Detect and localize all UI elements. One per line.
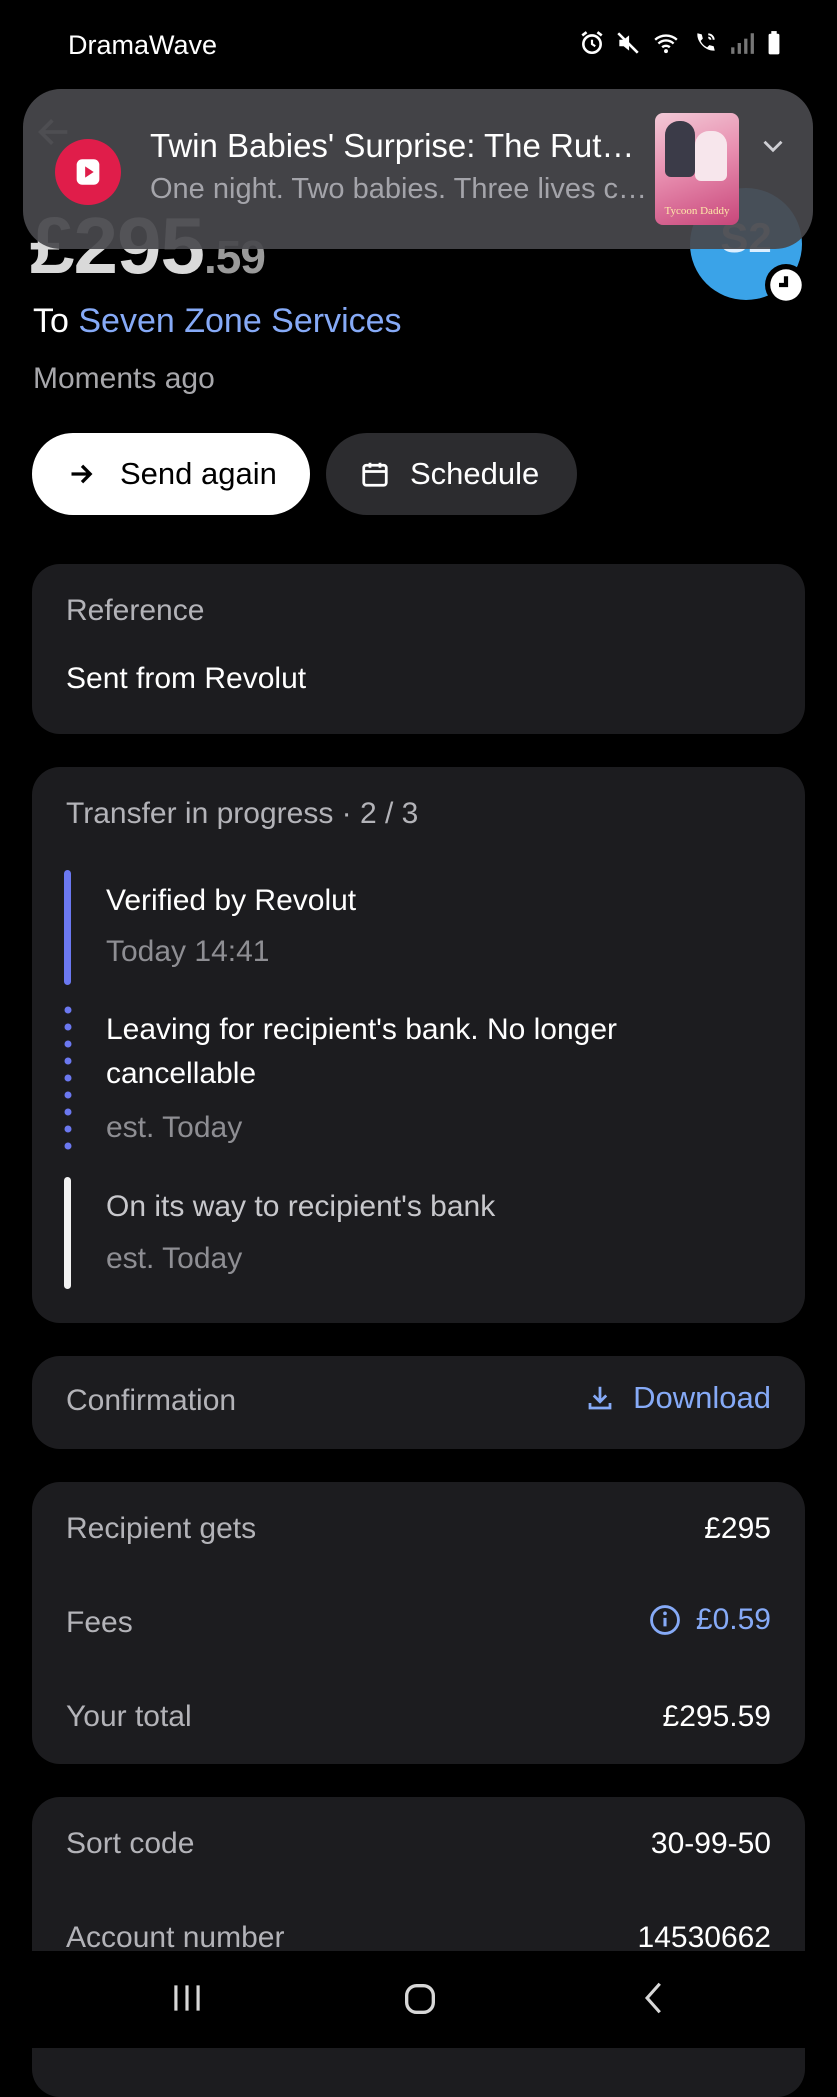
info-icon <box>650 1605 680 1635</box>
fees-value: £0.59 <box>695 1603 771 1636</box>
heads-up-notification[interactable]: Twin Babies' Surprise: The Ruthless Tyco… <box>23 89 813 249</box>
dramawave-app-icon <box>55 139 121 205</box>
scheduled-clock-icon <box>765 264 807 306</box>
sort-code-label: Sort code <box>66 1827 195 1860</box>
wifi-call-icon <box>697 33 715 51</box>
calendar-icon <box>362 462 388 487</box>
send-again-button[interactable]: Send again <box>32 433 310 515</box>
step-1-time: Today 14:41 <box>106 935 270 968</box>
reference-label: Reference <box>66 594 205 627</box>
notification-title: Twin Babies' Surprise: The Ruthless Tyco… <box>150 127 650 164</box>
recipient-gets-value: £295 <box>704 1512 771 1545</box>
back-icon <box>644 1982 661 2014</box>
schedule-label: Schedule <box>410 456 540 491</box>
step-3-indicator <box>64 1177 71 1289</box>
signal-icon <box>731 33 754 54</box>
step-3-title: On its way to recipient's bank <box>106 1190 496 1223</box>
wifi-icon <box>654 34 678 54</box>
total-value: £295.59 <box>662 1700 771 1733</box>
transfer-time: Moments ago <box>33 362 215 395</box>
account-details-card: Sort code 30-99-50 Account number 145306… <box>32 1797 805 2097</box>
notification-thumbnail: Tycoon Daddy <box>655 113 739 225</box>
confirmation-card: Confirmation Download <box>32 1356 805 1449</box>
recent-apps-button[interactable] <box>168 1979 206 2022</box>
step-2-indicator <box>64 1006 72 1150</box>
mute-icon <box>617 32 639 54</box>
progress-title: Transfer in progress · 2 / 3 <box>66 797 419 830</box>
status-app-name: DramaWave <box>68 30 218 60</box>
back-button[interactable] <box>636 1979 674 2022</box>
sort-code-value: 30-99-50 <box>650 1827 771 1860</box>
recipient-line: To Seven Zone Services <box>33 302 402 341</box>
alarm-icon <box>581 31 603 55</box>
send-again-label: Send again <box>120 456 277 491</box>
download-label: Download <box>633 1380 771 1415</box>
step-3-time: est. Today <box>106 1242 243 1275</box>
battery-icon <box>768 31 780 55</box>
system-nav-bar <box>0 1951 837 2048</box>
expand-chevron-icon[interactable] <box>756 129 790 168</box>
step-2-time: est. Today <box>106 1111 243 1144</box>
home-icon <box>405 1984 435 2014</box>
amount-summary-card: Recipient gets £295 Fees £0.59 Your tota… <box>32 1482 805 1764</box>
recipient-gets-label: Recipient gets <box>66 1512 257 1545</box>
step-2-title: Leaving for recipient's bank. No longer … <box>106 1013 618 1090</box>
reference-value: Sent from Revolut <box>66 662 307 695</box>
reference-card: Reference Sent from Revolut <box>32 564 805 734</box>
fees-info-button[interactable]: £0.59 <box>648 1603 771 1637</box>
home-button[interactable] <box>400 1979 440 2024</box>
download-icon <box>588 1386 612 1410</box>
download-button[interactable]: Download <box>585 1380 771 1416</box>
account-number-value: 14530662 <box>637 1921 771 1954</box>
account-number-label: Account number <box>66 1921 285 1954</box>
transfer-progress-card: Transfer in progress · 2 / 3 Verified by… <box>32 767 805 1323</box>
schedule-button[interactable]: Schedule <box>326 433 577 515</box>
arrow-right-icon <box>71 464 93 484</box>
fees-label: Fees <box>66 1606 133 1639</box>
to-prefix: To <box>33 302 69 340</box>
recipient-name-link[interactable]: Seven Zone Services <box>78 302 401 340</box>
total-label: Your total <box>66 1700 192 1733</box>
confirmation-label: Confirmation <box>66 1384 237 1417</box>
notification-body: One night. Two babies. Three lives chang… <box>150 173 650 205</box>
step-1-indicator <box>64 870 71 985</box>
recent-apps-icon <box>174 1985 200 2011</box>
status-icons <box>579 30 783 56</box>
step-1-title: Verified by Revolut <box>106 884 357 917</box>
thumbnail-title: Tycoon Daddy <box>664 205 730 217</box>
